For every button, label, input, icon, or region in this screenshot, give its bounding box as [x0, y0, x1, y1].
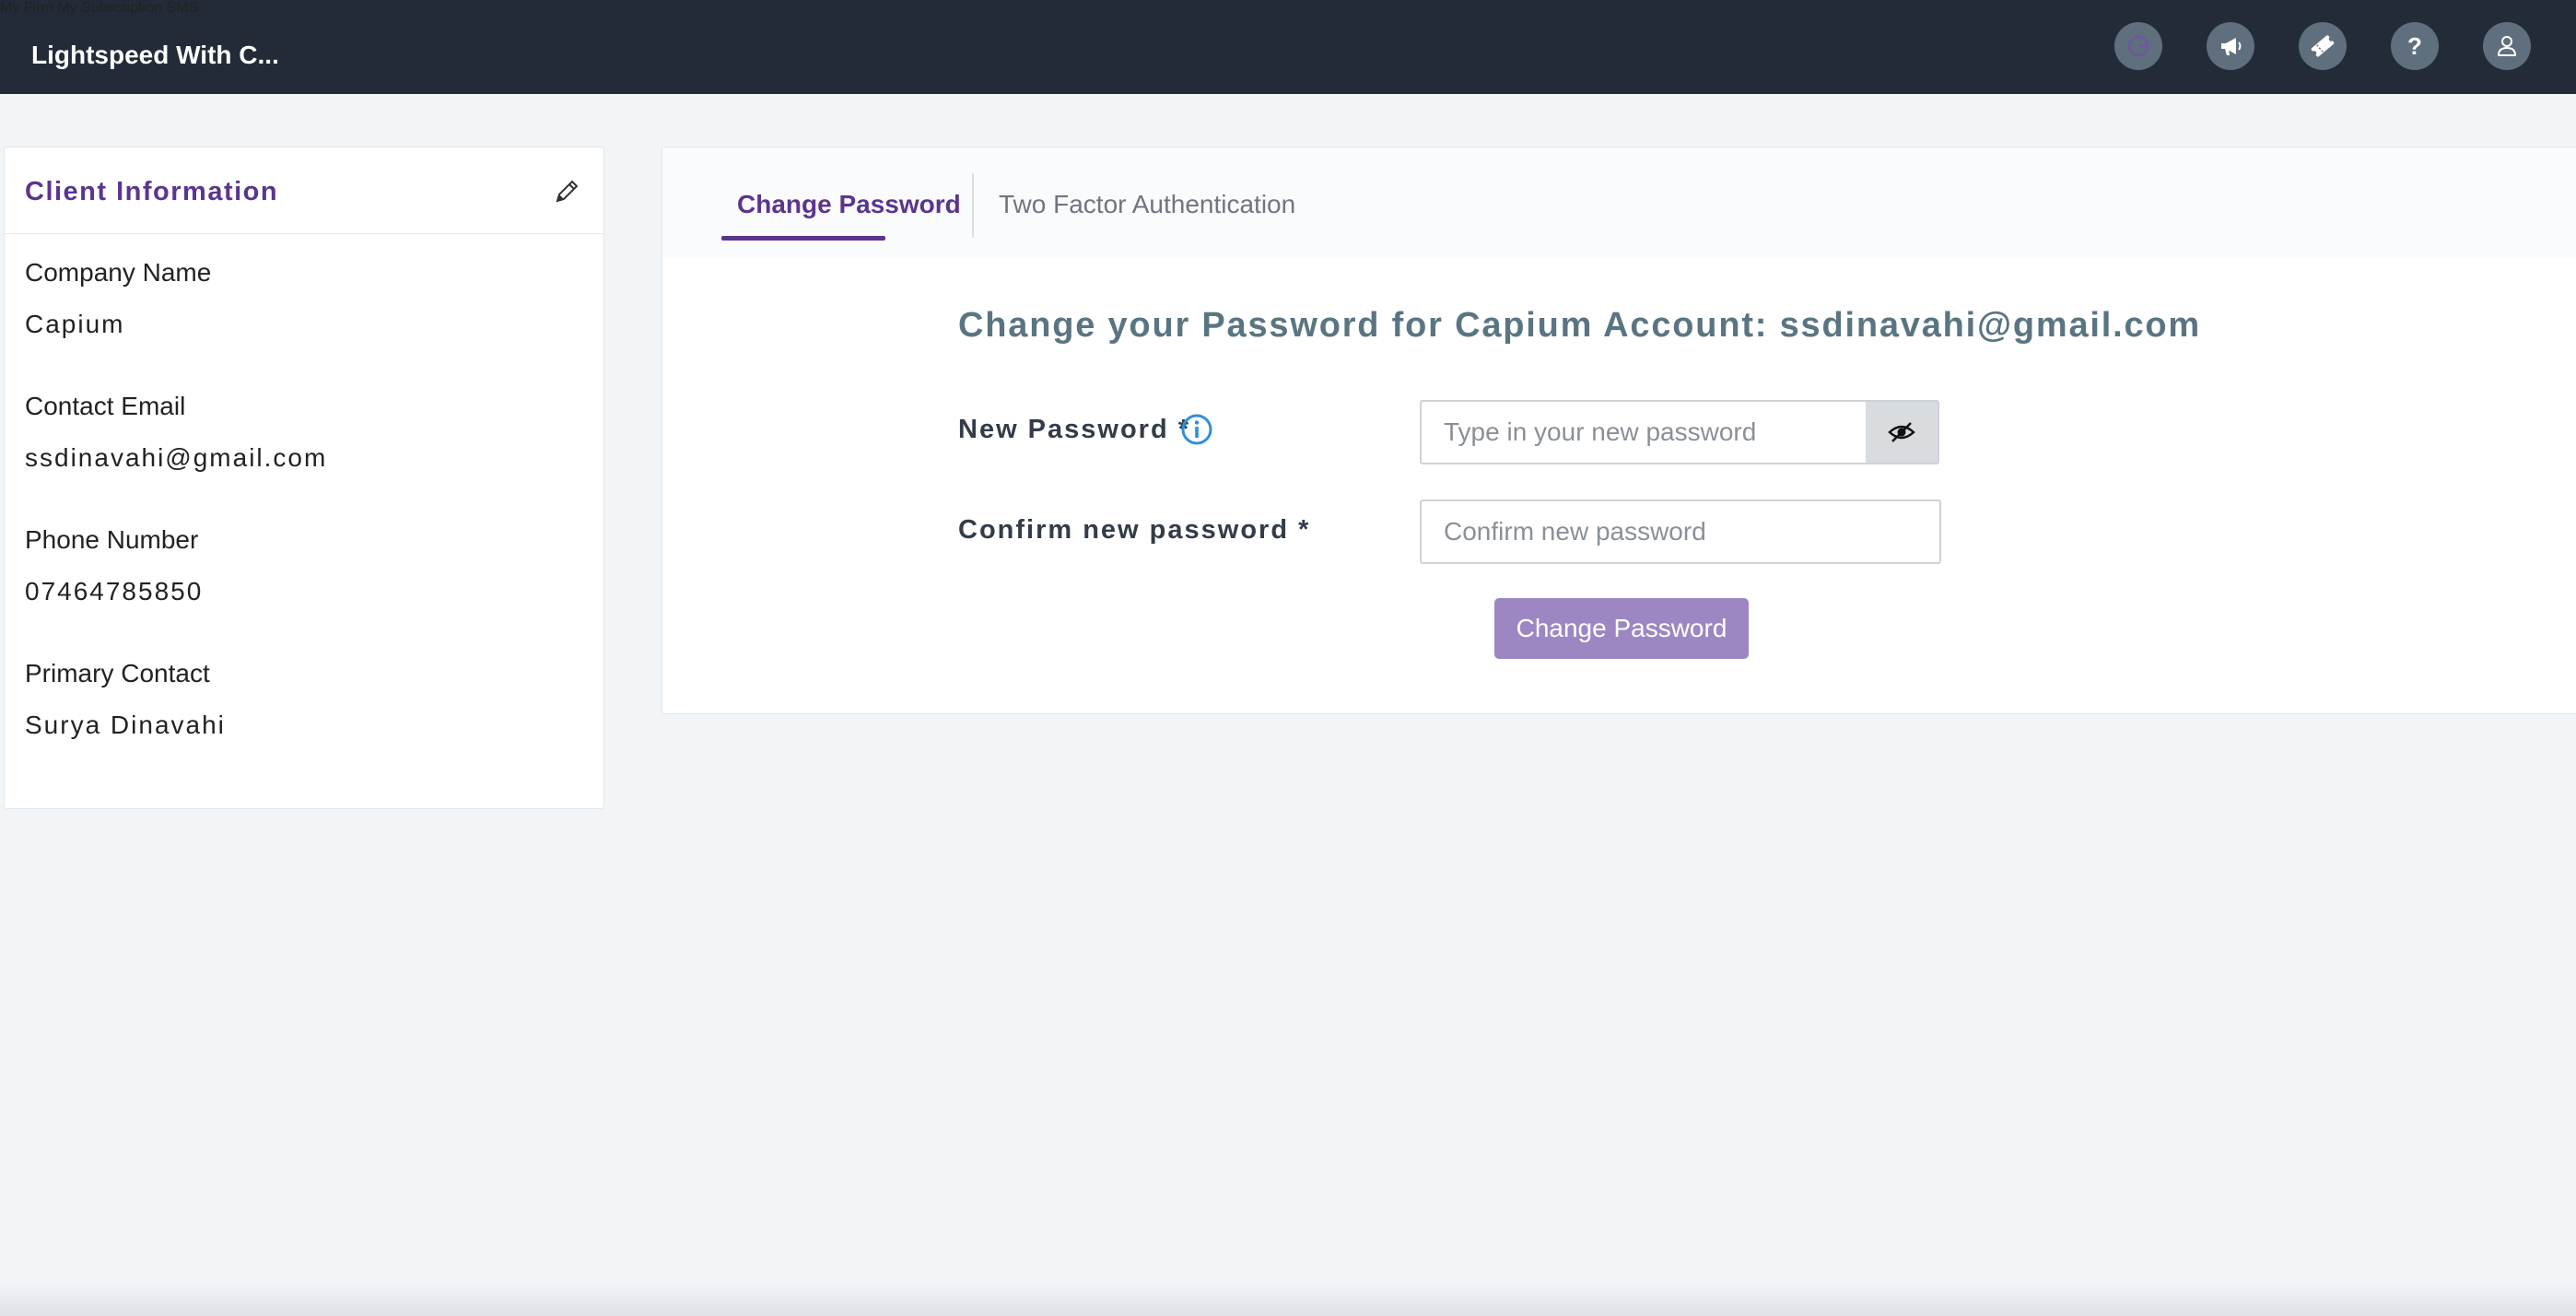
- primary-contact-value: Surya Dinavahi: [25, 711, 226, 739]
- user-icon[interactable]: [2483, 22, 2531, 70]
- company-name-label: Company Name: [25, 258, 212, 287]
- tab-divider: [972, 173, 974, 238]
- bottom-shadow: [0, 1283, 2576, 1316]
- new-password-input[interactable]: [1420, 400, 1868, 464]
- svg-text:?: ?: [2407, 32, 2422, 60]
- tab-change-password[interactable]: Change Password: [737, 190, 961, 219]
- confirm-password-input[interactable]: [1420, 499, 1941, 564]
- active-tab-indicator: [721, 236, 885, 241]
- confirm-password-label: Confirm new password *: [958, 515, 1311, 545]
- client-information-title: Client Information: [25, 177, 279, 206]
- eye-slash-icon: [1888, 422, 1915, 442]
- firm-name[interactable]: Lightspeed With C...: [31, 41, 279, 70]
- password-settings-card: Change Password Two Factor Authenticatio…: [662, 147, 2576, 714]
- nav-my-firm[interactable]: My Firm: [0, 0, 53, 16]
- new-password-label: New Password *: [958, 415, 1191, 444]
- client-information-header: Client Information: [5, 147, 603, 234]
- edit-pencil-icon[interactable]: [550, 175, 583, 208]
- help-icon[interactable]: ?: [2391, 22, 2439, 70]
- change-password-button[interactable]: Change Password: [1494, 598, 1749, 659]
- toggle-password-visibility-button[interactable]: [1866, 400, 1939, 464]
- settings-tabs: Change Password Two Factor Authenticatio…: [662, 147, 2576, 258]
- tab-two-factor-authentication[interactable]: Two Factor Authentication: [999, 190, 1295, 219]
- contact-email-label: Contact Email: [25, 392, 186, 420]
- top-navbar: Lightspeed With C... My Firm My Subscrip…: [0, 0, 2576, 94]
- phone-number-value: 07464785850: [25, 577, 204, 605]
- client-information-panel: Client Information Company Name Capium C…: [4, 147, 604, 809]
- contact-email-value: ssdinavahi@gmail.com: [25, 443, 328, 472]
- g-logo-icon[interactable]: [2114, 22, 2162, 70]
- megaphone-icon[interactable]: [2207, 22, 2254, 70]
- company-name-value: Capium: [25, 310, 125, 338]
- form-heading: Change your Password for Capium Account:…: [958, 306, 2202, 345]
- nav-my-subscription[interactable]: My Subscription: [57, 0, 162, 16]
- info-icon[interactable]: [1180, 413, 1213, 446]
- phone-number-label: Phone Number: [25, 525, 199, 554]
- nav-sms[interactable]: SMS: [167, 0, 199, 16]
- ticket-icon[interactable]: [2299, 22, 2347, 70]
- primary-contact-label: Primary Contact: [25, 659, 210, 687]
